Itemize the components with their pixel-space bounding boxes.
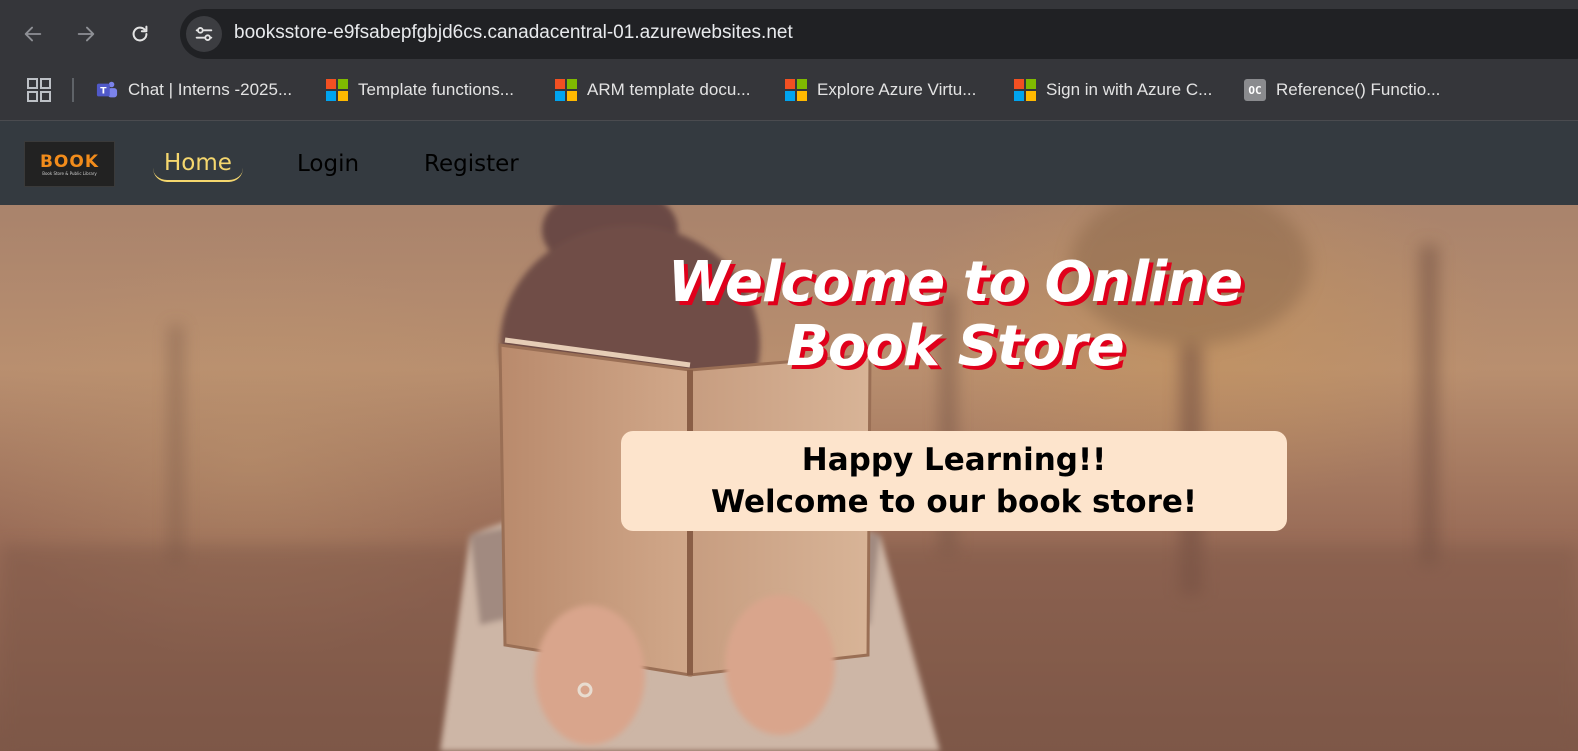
welcome-card: Happy Learning!! Welcome to our book sto… <box>621 431 1287 531</box>
address-bar[interactable]: booksstore-e9fsabepfgbjd6cs.canadacentra… <box>180 9 1578 59</box>
microsoft-icon <box>326 79 348 101</box>
arrow-right-icon <box>77 26 95 42</box>
microsoft-icon <box>1014 79 1036 101</box>
bookmark-label: Sign in with Azure C... <box>1046 80 1213 99</box>
hero-title: Welcome to Online Book Store <box>667 250 1243 379</box>
bookmark-label: Reference() Functio... <box>1276 80 1441 99</box>
bookmark-label: Template functions... <box>358 80 514 99</box>
site-navbar: BOOK Book Store & Public Library Home Lo… <box>0 121 1578 205</box>
bookmark-teams-chat[interactable]: T Chat | Interns -2025... <box>96 76 292 104</box>
browser-toolbar: booksstore-e9fsabepfgbjd6cs.canadacentra… <box>0 0 1578 68</box>
reload-button[interactable] <box>122 16 158 52</box>
bookmark-explore-azure[interactable]: Explore Azure Virtu... <box>785 76 976 104</box>
bookmark-arm-template[interactable]: ARM template docu... <box>555 76 750 104</box>
reload-icon <box>132 25 148 42</box>
oc-icon: OC <box>1244 79 1266 101</box>
welcome-card-line-2: Welcome to our book store! <box>710 484 1198 520</box>
microsoft-icon <box>555 79 577 101</box>
back-button[interactable] <box>15 16 51 52</box>
bookmark-template-functions[interactable]: Template functions... <box>326 76 514 104</box>
logo-tagline: Book Store & Public Library <box>42 170 97 176</box>
logo-word: BOOK <box>39 151 100 172</box>
bookmark-label: Chat | Interns -2025... <box>128 80 293 99</box>
bookmark-reference-function[interactable]: OC Reference() Functio... <box>1244 76 1440 104</box>
bookmark-label: ARM template docu... <box>587 80 751 99</box>
teams-icon: T <box>96 81 118 98</box>
bookmarks-divider <box>72 78 74 102</box>
microsoft-icon <box>785 79 807 101</box>
forward-button[interactable] <box>68 16 104 52</box>
bookmark-label: Explore Azure Virtu... <box>817 80 977 99</box>
hero-section: Welcome to Online Book Store Happy Learn… <box>0 205 1578 751</box>
bookmark-sign-in-azure[interactable]: Sign in with Azure C... <box>1014 76 1212 104</box>
url-text[interactable]: booksstore-e9fsabepfgbjd6cs.canadacentra… <box>234 22 793 44</box>
nav-register-link[interactable]: Register <box>424 151 519 177</box>
arrow-left-icon <box>24 26 42 42</box>
nav-login-link[interactable]: Login <box>297 151 359 177</box>
svg-text:T: T <box>100 86 107 97</box>
welcome-card-line-1: Happy Learning!! <box>801 442 1107 478</box>
nav-home-link[interactable]: Home <box>153 147 243 182</box>
apps-grid-icon[interactable] <box>27 78 51 102</box>
site-settings-icon[interactable] <box>186 16 222 52</box>
site-logo[interactable]: BOOK Book Store & Public Library <box>24 141 115 187</box>
